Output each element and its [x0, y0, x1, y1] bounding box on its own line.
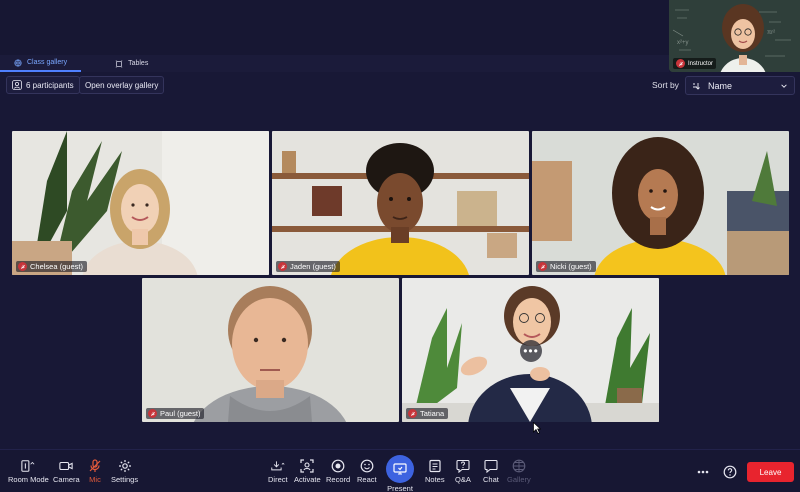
settings-button[interactable]: Settings: [111, 459, 138, 484]
bottom-toolbar: Room Mode Camera Mic Settings Direct Act…: [0, 449, 800, 492]
toolbar-label: Chat: [483, 475, 499, 484]
mic-muted-icon: [408, 409, 417, 418]
instructor-video-thumbnail[interactable]: x²+y πr² Instructor: [669, 0, 800, 72]
tab-class-gallery[interactable]: Class gallery: [0, 55, 82, 72]
sort-select[interactable]: Name: [685, 76, 795, 95]
video-tile[interactable]: Chelsea (guest): [12, 131, 269, 275]
record-icon: [331, 459, 345, 473]
participant-name-badge: Paul (guest): [146, 408, 205, 419]
more-options-button[interactable]: •••: [520, 340, 542, 362]
participant-name: Jaden (guest): [290, 262, 336, 271]
mic-muted-icon: [18, 262, 27, 271]
record-button[interactable]: Record: [326, 459, 350, 484]
sort-icon: [693, 82, 700, 90]
direct-button[interactable]: Direct: [268, 459, 288, 484]
tables-icon: [115, 59, 123, 68]
toolbar-label: Mic: [89, 475, 101, 484]
participant-name-badge: Jaden (guest): [276, 261, 340, 272]
help-icon[interactable]: [723, 465, 737, 479]
video-tile[interactable]: Jaden (guest): [272, 131, 529, 275]
chevron-down-icon: [781, 83, 787, 88]
participant-video: [142, 278, 399, 422]
mic-muted-icon: [148, 409, 157, 418]
participants-button[interactable]: 6 participants: [6, 76, 80, 94]
gallery-controls: 6 participants Open overlay gallery Sort…: [0, 76, 800, 96]
toolbar-label: Camera: [53, 475, 80, 484]
sort-label: Sort by: [652, 80, 679, 90]
mic-button[interactable]: Mic: [88, 459, 102, 484]
mic-muted-icon: [676, 59, 685, 68]
sort-value: Name: [708, 80, 733, 91]
tab-label: Class gallery: [27, 59, 68, 66]
participant-name: Tatiana: [420, 409, 445, 418]
mic-muted-icon: [278, 262, 287, 271]
gallery-button: Gallery: [507, 459, 531, 484]
view-tabs: Class gallery Tables: [0, 55, 669, 72]
participant-name: Paul (guest): [160, 409, 201, 418]
participant-name: Chelsea (guest): [30, 262, 83, 271]
notes-button[interactable]: Notes: [425, 459, 445, 484]
toolbar-label: Q&A: [455, 475, 471, 484]
toolbar-label: Gallery: [507, 475, 531, 484]
toolbar-label: Room Mode: [8, 475, 49, 484]
qa-button[interactable]: Q&A: [455, 459, 471, 484]
participant-video: [272, 131, 529, 275]
toolbar-label: React: [357, 475, 377, 484]
chat-button[interactable]: Chat: [483, 459, 499, 484]
svg-text:x²+y: x²+y: [677, 40, 689, 46]
mic-off-icon: [89, 459, 101, 472]
participant-video: [12, 131, 269, 275]
globe-icon: [14, 58, 22, 67]
toolbar-label: Settings: [111, 475, 139, 484]
question-bubble-icon: [456, 459, 470, 473]
present-button[interactable]: Present: [386, 455, 414, 492]
mic-muted-icon: [538, 262, 547, 271]
leave-button[interactable]: Leave: [747, 462, 794, 482]
overlay-label: Open overlay gallery: [85, 80, 159, 90]
gallery-grid-icon: [512, 459, 526, 473]
camera-button[interactable]: Camera: [53, 459, 80, 484]
leave-label: Leave: [759, 467, 782, 477]
video-tile[interactable]: Nicki (guest): [532, 131, 789, 275]
svg-text:πr²: πr²: [767, 30, 775, 36]
instructor-label: Instructor: [688, 60, 714, 67]
mouse-cursor-icon: [533, 422, 541, 434]
more-options-icon[interactable]: [696, 465, 710, 479]
room-mode-button[interactable]: Room Mode: [8, 459, 49, 484]
participants-count: 6 participants: [26, 80, 74, 90]
participant-name: Nicki (guest): [550, 262, 592, 271]
toolbar-label: Direct: [268, 475, 288, 484]
participant-name-badge: Nicki (guest): [536, 261, 596, 272]
room-mode-icon: [21, 460, 35, 472]
toolbar-label: Activate: [294, 475, 321, 484]
chat-bubble-icon: [484, 459, 498, 473]
participant-name-badge: Chelsea (guest): [16, 261, 87, 272]
direct-icon: [271, 461, 285, 471]
tab-tables[interactable]: Tables: [101, 55, 162, 72]
participant-name-badge: Tatiana: [406, 408, 449, 419]
gear-icon: [118, 460, 131, 472]
instructor-name-badge: Instructor: [673, 58, 717, 69]
present-icon-circle: [386, 455, 414, 483]
activate-icon: [300, 459, 314, 473]
toolbar-label: Notes: [425, 475, 445, 484]
participants-icon: [12, 80, 22, 90]
smiley-icon: [360, 459, 374, 473]
notes-icon: [429, 459, 441, 473]
camera-icon: [59, 461, 73, 471]
participant-video: [532, 131, 789, 275]
present-screen-icon: [393, 463, 407, 475]
toolbar-label: Present: [387, 484, 413, 492]
video-tile[interactable]: ••• Tatiana: [402, 278, 659, 422]
tab-label: Tables: [128, 60, 149, 67]
open-overlay-gallery-button[interactable]: Open overlay gallery: [79, 76, 165, 94]
more-dots-icon: •••: [523, 344, 539, 358]
toolbar-label: Record: [326, 475, 351, 484]
activate-button[interactable]: Activate: [294, 459, 321, 484]
video-tile[interactable]: Paul (guest): [142, 278, 399, 422]
react-button[interactable]: React: [357, 459, 377, 484]
